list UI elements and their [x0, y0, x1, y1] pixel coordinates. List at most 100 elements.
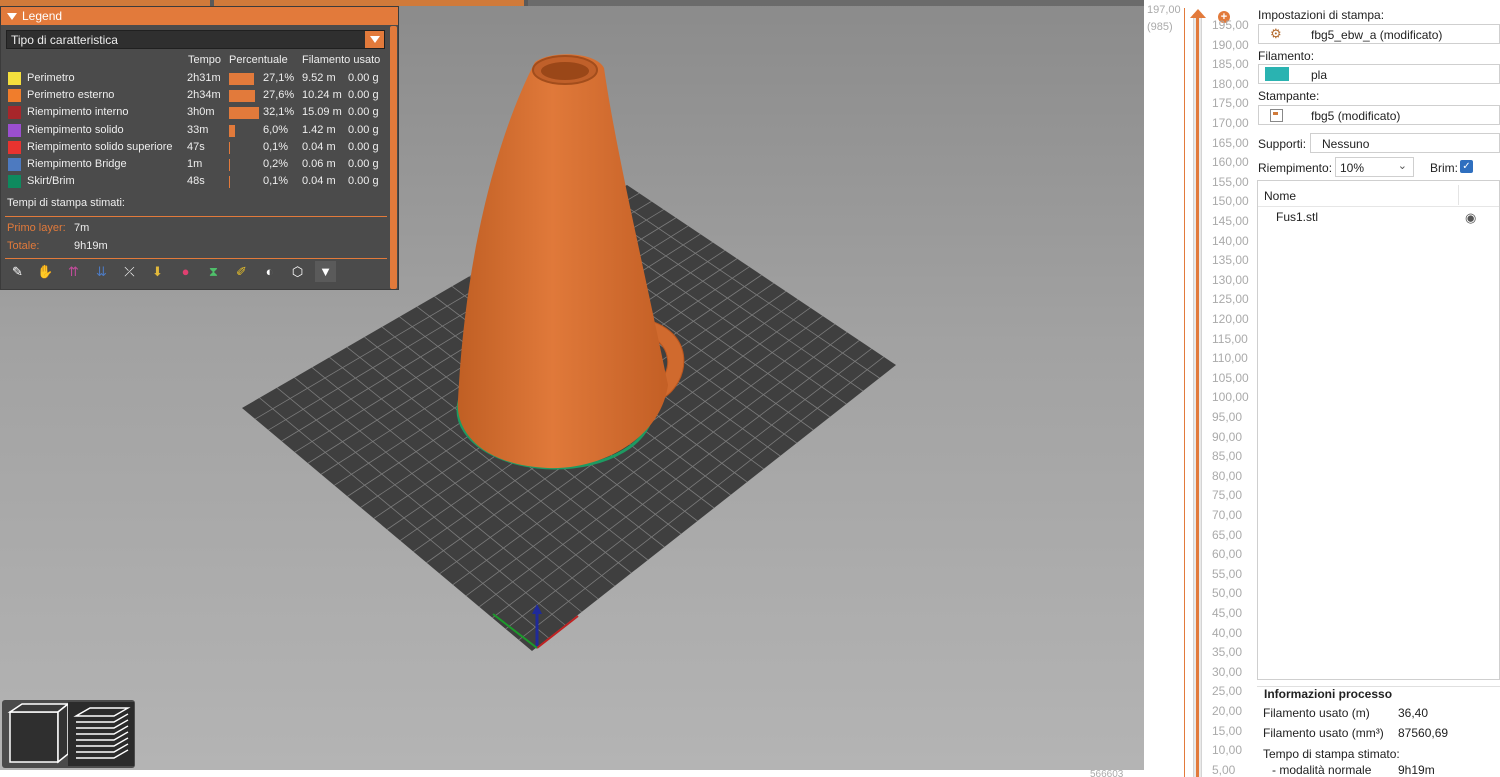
- slider-tick-label: 185,00: [1212, 57, 1249, 72]
- legend-time: 2h34m: [187, 89, 221, 102]
- slider-guide-line: [1184, 8, 1185, 777]
- filament-value: pla: [1311, 68, 1328, 82]
- legend-color-swatch: [8, 106, 21, 120]
- object-list[interactable]: Nome Fus1.stl ◉: [1257, 180, 1500, 680]
- legend-color-swatch: [8, 175, 21, 189]
- infill-combo[interactable]: 10% ⌄: [1335, 157, 1414, 177]
- brim-checkbox[interactable]: ✓: [1460, 160, 1473, 173]
- printer-value: fbg5 (modificato): [1311, 109, 1401, 123]
- legend-row[interactable]: Riempimento Bridge 1m 0,2% 0.06 m 0.00 g: [7, 157, 387, 174]
- legend-row[interactable]: Perimetro esterno 2h34m 27,6% 10.24 m 0.00 g: [7, 88, 387, 105]
- legend-color-swatch: [8, 158, 21, 171]
- object-list-header[interactable]: Nome: [1258, 181, 1499, 207]
- slider-tick-label: 105,00: [1212, 370, 1249, 385]
- legend-percent: 6,0%: [263, 123, 289, 136]
- legend-percent: 0,1%: [263, 140, 289, 153]
- slider-tick-label: 60,00: [1212, 547, 1243, 562]
- filament-color-swatch: [1265, 67, 1289, 81]
- slider-tick-label: 100,00: [1212, 390, 1249, 405]
- wipe-icon[interactable]: ✋: [35, 261, 56, 282]
- slider-thumb[interactable]: [1190, 9, 1206, 18]
- legend-row[interactable]: Skirt/Brim 48s 0,1% 0.04 m 0.00 g: [7, 174, 387, 191]
- slider-tick-label: 75,00: [1212, 488, 1243, 503]
- legend-grams: 0.00 g: [348, 175, 379, 188]
- legend-grams: 0.00 g: [348, 140, 379, 153]
- pause-icon[interactable]: ⧗: [203, 261, 224, 282]
- slider-fill: [1196, 14, 1199, 777]
- legend-feature-name: Riempimento interno: [27, 106, 129, 119]
- retractions-icon[interactable]: ⇈: [63, 261, 84, 282]
- slider-tick-label: 160,00: [1212, 155, 1249, 170]
- feature-type-select[interactable]: Tipo di caratteristica: [6, 30, 385, 49]
- legend-feature-name: Riempimento solido: [27, 123, 124, 136]
- info-key: Filamento usato (m): [1263, 706, 1370, 720]
- col-filament-header: Filamento usato: [302, 54, 381, 66]
- slider-tick-label: 85,00: [1212, 449, 1243, 464]
- legend-meters: 9.52 m: [302, 72, 336, 84]
- slider-top-layer: (985): [1147, 21, 1173, 33]
- center-of-gravity-icon[interactable]: ◐: [259, 261, 280, 282]
- slider-tick-label: 120,00: [1212, 312, 1249, 326]
- legend-meters: 0.06 m: [302, 158, 336, 170]
- slider-tick-label: 50,00: [1212, 586, 1243, 601]
- legend-percent-bar: [229, 107, 259, 120]
- supports-combo[interactable]: Nessuno: [1310, 133, 1500, 153]
- legend-time: 33m: [187, 123, 209, 136]
- seams-icon[interactable]: ⤫: [119, 261, 140, 282]
- slider-tick-label: 45,00: [1212, 606, 1243, 620]
- legend-meters: 1.42 m: [302, 123, 336, 136]
- legend-separator: [5, 258, 387, 259]
- feature-type-select-value: Tipo di caratteristica: [11, 33, 118, 47]
- color-changes-icon[interactable]: ●: [175, 261, 196, 282]
- legend-color-swatch: [8, 123, 21, 137]
- 3d-view-cube-icon[interactable]: [7, 702, 71, 764]
- slider-tick-label: 140,00: [1212, 233, 1249, 248]
- printer-combo[interactable]: fbg5 (modificato): [1258, 105, 1500, 125]
- chevron-down-icon[interactable]: [365, 31, 384, 48]
- layer-slider[interactable]: 197,00 (985) + 195,00 190,00 185,00 180,00 1…: [1144, 0, 1256, 777]
- legend-scrollbar[interactable]: [390, 26, 397, 289]
- info-key: Tempo di stampa stimato:: [1263, 747, 1400, 761]
- legend-time: 3h0m: [187, 106, 215, 119]
- shells-icon[interactable]: ⬡: [287, 261, 308, 282]
- legend-percent: 0,1%: [263, 175, 289, 188]
- slider-tick-label: 190,00: [1212, 37, 1249, 52]
- legend-header[interactable]: Legend: [1, 7, 398, 25]
- legend-row[interactable]: Riempimento interno 3h0m 32,1% 15.09 m 0.00 …: [7, 105, 387, 122]
- legend-feature-name: Riempimento solido superiore: [27, 140, 173, 153]
- legend-color-swatch: [8, 140, 21, 154]
- filament-combo[interactable]: pla: [1258, 64, 1500, 84]
- slider-tick-label: 10,00: [1212, 743, 1243, 758]
- deretractions-icon[interactable]: ⇊: [91, 261, 112, 282]
- slider-tick-label: 175,00: [1212, 96, 1249, 111]
- filament-label: Filamento:: [1258, 49, 1315, 63]
- slider-tick-label: 20,00: [1212, 704, 1243, 718]
- info-value: 9h19m: [1398, 763, 1435, 777]
- process-info-title: Informazioni processo: [1264, 687, 1393, 701]
- travel-icon[interactable]: ✎: [7, 261, 28, 282]
- slider-tick-label: 155,00: [1212, 174, 1249, 189]
- slider-tick-label: 55,00: [1212, 566, 1243, 581]
- legend-row[interactable]: Riempimento solido superiore 47s 0,1% 0.04 …: [7, 140, 387, 157]
- slider-tick-label: 110,00: [1212, 351, 1248, 366]
- preview-layers-icon[interactable]: [68, 702, 134, 766]
- legend-row[interactable]: Perimetro 2h31m 27,1% 9.52 m 0.00 g: [7, 71, 387, 88]
- collapse-triangle-icon[interactable]: [7, 12, 17, 20]
- tool-changes-icon[interactable]: ⬇: [147, 261, 168, 282]
- legend-grams: 0.00 g: [348, 123, 379, 136]
- legend-grams: 0.00 g: [348, 158, 379, 170]
- object-list-item[interactable]: Fus1.stl: [1276, 210, 1318, 224]
- custom-gcode-icon[interactable]: ✐: [231, 261, 252, 282]
- slider-tick-label: 70,00: [1212, 508, 1243, 522]
- process-info-panel: Informazioni processo Filamento usato (m…: [1257, 686, 1500, 777]
- eye-icon[interactable]: ◉: [1465, 210, 1476, 226]
- legend-title: Legend: [22, 9, 63, 23]
- view-mode-buttons: [2, 700, 135, 768]
- legend-percent: 27,6%: [263, 89, 295, 102]
- legend-grams: 0.00 g: [348, 89, 379, 102]
- legend-feature-name: Perimetro: [27, 72, 75, 84]
- legend-row[interactable]: Riempimento solido 33m 6,0% 1.42 m 0.00 g: [7, 123, 387, 140]
- chevron-down-icon[interactable]: ⌄: [1398, 159, 1407, 172]
- tool-marker-icon[interactable]: ▼: [315, 261, 336, 282]
- print-settings-combo[interactable]: ⚙ fbg5_ebw_a (modificato): [1258, 24, 1500, 44]
